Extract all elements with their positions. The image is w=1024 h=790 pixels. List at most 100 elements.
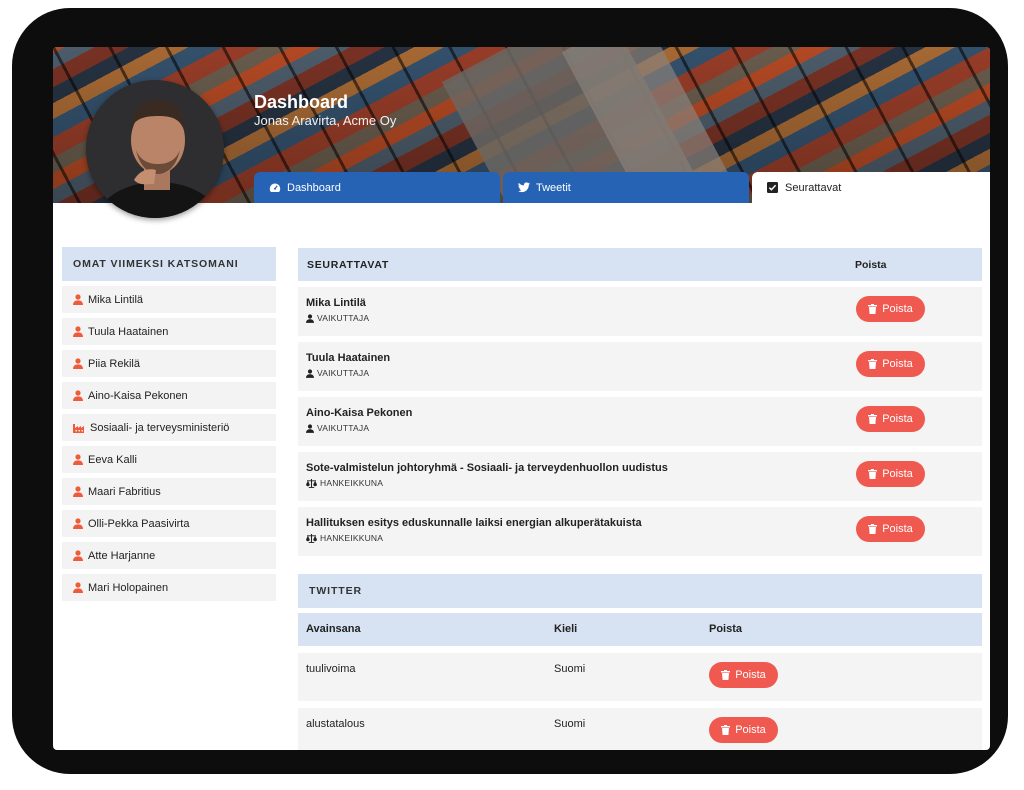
language-cell: Suomi <box>554 663 586 675</box>
twitter-table-header: Avainsana Kieli Poista <box>298 613 982 646</box>
profile-subtitle: Jonas Aravirta, Acme Oy <box>254 113 397 128</box>
user-icon <box>73 486 83 497</box>
user-icon <box>306 313 314 323</box>
user-icon <box>73 582 83 593</box>
tachometer-icon <box>268 181 281 194</box>
app-screen: Dashboard Jonas Aravirta, Acme Oy Dashbo… <box>53 47 990 750</box>
balance-scale-icon <box>306 533 317 543</box>
user-icon <box>73 550 83 561</box>
table-row: tuulivoima Suomi Poista <box>298 653 982 701</box>
following-type-label: HANKEIKKUNA <box>320 478 384 488</box>
sidebar-item-label: Olli-Pekka Paasivirta <box>88 517 190 530</box>
user-icon <box>306 423 314 433</box>
sidebar-item-label: Eeva Kalli <box>88 453 137 466</box>
trash-icon <box>721 725 731 735</box>
sidebar-item-label: Piia Rekilä <box>88 357 140 370</box>
delete-button[interactable]: Poista <box>856 296 925 322</box>
user-icon <box>73 294 83 305</box>
sidebar-item[interactable]: Maari Fabritius <box>62 478 276 505</box>
delete-button-label: Poista <box>735 724 766 736</box>
table-row: Tuula Haatainen VAIKUTTAJA Poista <box>298 342 982 391</box>
tab-seurattavat-label: Seurattavat <box>785 181 842 194</box>
trash-icon <box>868 359 878 369</box>
user-icon <box>73 358 83 369</box>
sidebar-item-label: Mika Lintilä <box>88 293 144 306</box>
industry-icon <box>73 423 84 433</box>
following-type-label: VAIKUTTAJA <box>317 313 370 323</box>
table-row: Hallituksen esitys eduskunnalle laiksi e… <box>298 507 982 556</box>
sidebar-item-label: Sosiaali- ja terveysministeriö <box>90 421 230 434</box>
main-content: SEURATTAVAT Poista Mika Lintilä VAIKUTTA… <box>298 248 982 750</box>
following-name: Sote-valmistelun johtoryhmä - Sosiaali- … <box>306 462 668 474</box>
delete-button[interactable]: Poista <box>709 662 778 688</box>
language-cell: Suomi <box>554 718 586 730</box>
recently-viewed-sidebar: OMAT VIIMEKSI KATSOMANI Mika Lintilä Tuu… <box>62 247 276 606</box>
sidebar-item-label: Aino-Kaisa Pekonen <box>88 389 188 402</box>
following-type-label: HANKEIKKUNA <box>320 533 384 543</box>
following-type: VAIKUTTAJA <box>306 423 369 433</box>
tab-dashboard[interactable]: Dashboard <box>254 172 500 203</box>
trash-icon <box>868 469 878 479</box>
table-row: alustatalous Suomi Poista <box>298 708 982 750</box>
following-type: HANKEIKKUNA <box>306 478 383 488</box>
tab-dashboard-label: Dashboard <box>287 181 341 194</box>
sidebar-item-label: Mari Holopainen <box>88 581 169 594</box>
tab-seurattavat[interactable]: Seurattavat <box>752 172 990 203</box>
sidebar-item[interactable]: Tuula Haatainen <box>62 318 276 345</box>
twitter-title: TWITTER <box>298 574 982 608</box>
sidebar-item[interactable]: Mari Holopainen <box>62 574 276 601</box>
user-icon <box>306 368 314 378</box>
balance-scale-icon <box>306 478 317 488</box>
tab-bar: Dashboard Tweetit Seurattavat <box>254 172 990 203</box>
following-name: Mika Lintilä <box>306 297 366 309</box>
trash-icon <box>721 670 731 680</box>
delete-button-label: Poista <box>882 303 913 315</box>
delete-button-label: Poista <box>882 523 913 535</box>
delete-button[interactable]: Poista <box>856 351 925 377</box>
delete-button-label: Poista <box>882 413 913 425</box>
table-row: Sote-valmistelun johtoryhmä - Sosiaali- … <box>298 452 982 501</box>
sidebar-item[interactable]: Mika Lintilä <box>62 286 276 313</box>
trash-icon <box>868 304 878 314</box>
tablet-frame: Dashboard Jonas Aravirta, Acme Oy Dashbo… <box>12 8 1008 774</box>
following-type-label: VAIKUTTAJA <box>317 423 370 433</box>
delete-button-label: Poista <box>882 358 913 370</box>
keyword-cell: alustatalous <box>306 718 365 730</box>
checkbox-icon <box>766 181 779 194</box>
following-table-header: SEURATTAVAT Poista <box>298 248 982 281</box>
sidebar-item-label: Tuula Haatainen <box>88 325 169 338</box>
twitter-icon <box>517 181 530 194</box>
user-icon <box>73 454 83 465</box>
following-type: VAIKUTTAJA <box>306 368 369 378</box>
delete-button[interactable]: Poista <box>856 406 925 432</box>
following-name: Aino-Kaisa Pekonen <box>306 407 413 419</box>
column-keyword: Avainsana <box>306 623 361 635</box>
page-title: Dashboard <box>254 92 349 112</box>
sidebar-item-label: Maari Fabritius <box>88 485 161 498</box>
delete-button[interactable]: Poista <box>709 717 778 743</box>
sidebar-item[interactable]: Sosiaali- ja terveysministeriö <box>62 414 276 441</box>
column-delete: Poista <box>709 623 743 635</box>
sidebar-item[interactable]: Atte Harjanne <box>62 542 276 569</box>
trash-icon <box>868 524 878 534</box>
table-row: Aino-Kaisa Pekonen VAIKUTTAJA Poista <box>298 397 982 446</box>
following-type-label: VAIKUTTAJA <box>317 368 370 378</box>
sidebar-item-label: Atte Harjanne <box>88 549 156 562</box>
delete-button-label: Poista <box>882 468 913 480</box>
avatar <box>86 80 224 218</box>
sidebar-item[interactable]: Piia Rekilä <box>62 350 276 377</box>
following-type: VAIKUTTAJA <box>306 313 369 323</box>
delete-button[interactable]: Poista <box>856 461 925 487</box>
user-icon <box>73 326 83 337</box>
tab-tweetit-label: Tweetit <box>536 181 571 194</box>
tab-tweetit[interactable]: Tweetit <box>503 172 749 203</box>
user-icon <box>73 518 83 529</box>
keyword-cell: tuulivoima <box>306 663 356 675</box>
sidebar-item[interactable]: Aino-Kaisa Pekonen <box>62 382 276 409</box>
sidebar-item[interactable]: Eeva Kalli <box>62 446 276 473</box>
following-name: Tuula Haatainen <box>306 352 391 364</box>
following-title: SEURATTAVAT <box>307 258 389 271</box>
delete-button[interactable]: Poista <box>856 516 925 542</box>
user-icon <box>73 390 83 401</box>
sidebar-item[interactable]: Olli-Pekka Paasivirta <box>62 510 276 537</box>
